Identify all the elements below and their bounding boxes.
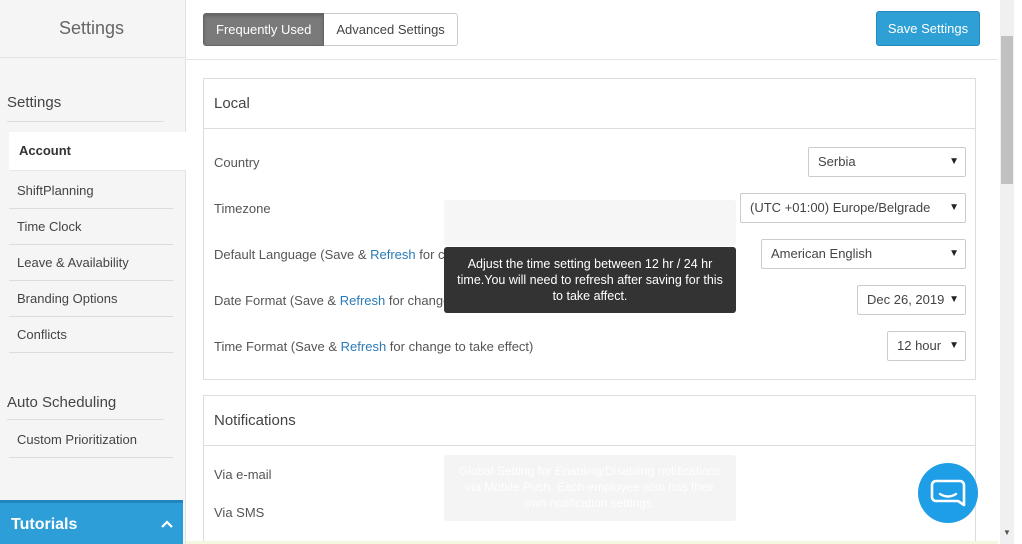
tutorials-bar[interactable]: Tutorials <box>0 500 183 540</box>
sidebar-item-time-clock[interactable]: Time Clock <box>9 209 173 245</box>
notifications-tooltip: Global Setting for Enabling/Disabling no… <box>444 455 736 521</box>
refresh-link[interactable]: Refresh <box>341 339 387 354</box>
sidebar-item-branding-options[interactable]: Branding Options <box>9 281 173 317</box>
time-format-label: Time Format (Save & Refresh for change t… <box>214 339 533 354</box>
chat-launcher-button[interactable] <box>918 463 978 523</box>
dropdown-arrow-icon: ▼ <box>949 202 959 213</box>
sidebar-title: Settings <box>58 18 125 38</box>
local-panel-heading: Local <box>204 79 975 129</box>
sidebar-item-account[interactable]: Account <box>9 132 186 170</box>
date-format-label: Date Format (Save & Refresh for change <box>214 293 450 308</box>
sidebar-item-conflicts[interactable]: Conflicts <box>9 317 173 353</box>
time-format-label-suffix: for change to take effect) <box>386 339 534 354</box>
timezone-label: Timezone <box>214 201 271 216</box>
save-settings-button[interactable]: Save Settings <box>876 11 980 46</box>
default-language-label-text: Default Language (Save & <box>214 247 371 262</box>
section-settings-heading: Settings <box>7 94 62 111</box>
sidebar-item-shiftplanning[interactable]: ShiftPlanning <box>9 173 173 209</box>
date-format-label-text: Date Format (Save & <box>214 293 340 308</box>
divider <box>7 121 164 122</box>
date-format-select-value: Dec 26, 2019 <box>867 292 945 307</box>
dropdown-arrow-icon: ▼ <box>949 248 959 259</box>
tab-advanced-settings[interactable]: Advanced Settings <box>324 13 458 46</box>
via-sms-label: Via SMS <box>214 505 265 520</box>
tab-frequently-used[interactable]: Frequently Used <box>203 13 325 46</box>
time-format-label-text: Time Format (Save & <box>214 339 341 354</box>
time-format-tooltip: Adjust the time setting between 12 hr / … <box>444 247 736 313</box>
dropdown-arrow-icon: ▼ <box>949 340 959 351</box>
timezone-select-value: (UTC +01:00) Europe/Belgrade <box>750 200 931 215</box>
divider <box>0 57 186 58</box>
sidebar-item-custom-prioritization[interactable]: Custom Prioritization <box>9 422 173 458</box>
dropdown-arrow-icon: ▼ <box>949 294 959 305</box>
time-format-select-value: 12 hour <box>897 338 942 353</box>
timezone-select[interactable]: (UTC +01:00) Europe/Belgrade ▼ <box>740 193 966 223</box>
country-select-value: Serbia <box>818 154 856 169</box>
date-format-select[interactable]: Dec 26, 2019 ▼ <box>857 285 966 315</box>
refresh-link[interactable]: Refresh <box>340 293 386 308</box>
default-language-select-value: American English <box>771 246 873 261</box>
refresh-link[interactable]: Refresh <box>370 247 416 262</box>
dropdown-arrow-icon: ▼ <box>949 156 959 167</box>
date-format-label-suffix: for change <box>385 293 451 308</box>
sidebar-item-leave-availability[interactable]: Leave & Availability <box>9 245 173 281</box>
tutorials-bar-edge <box>0 540 183 544</box>
notifications-panel-heading: Notifications <box>204 396 975 446</box>
country-label: Country <box>214 155 260 170</box>
default-language-select[interactable]: American English ▼ <box>761 239 966 269</box>
via-email-label: Via e-mail <box>214 467 272 482</box>
scroll-down-arrow-icon[interactable]: ▼ <box>1001 526 1013 540</box>
section-auto-scheduling-heading: Auto Scheduling <box>7 394 117 411</box>
tutorials-label: Tutorials <box>11 516 78 533</box>
scrollbar-thumb[interactable] <box>1001 36 1013 184</box>
time-format-select[interactable]: 12 hour ▼ <box>887 331 966 361</box>
settings-tabs: Frequently Used Advanced Settings <box>203 13 458 46</box>
fading-tooltip <box>444 200 736 246</box>
divider <box>186 59 998 60</box>
chevron-up-icon <box>161 503 173 544</box>
divider <box>7 419 164 420</box>
sidebar: Settings Settings Account ShiftPlanning … <box>0 0 186 544</box>
country-select[interactable]: Serbia ▼ <box>808 147 966 177</box>
default-language-label: Default Language (Save & Refresh for ch <box>214 247 452 262</box>
chat-icon <box>930 479 966 507</box>
